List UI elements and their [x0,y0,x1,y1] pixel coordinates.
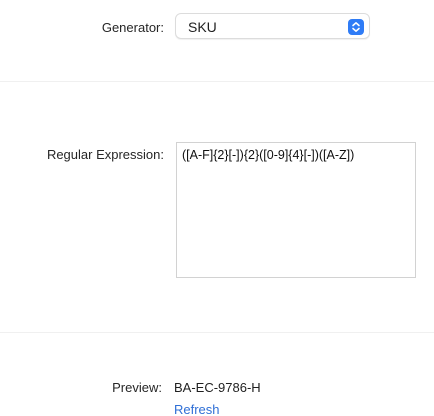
generator-settings-panel: Generator: SKU Regular Expression: ([A-F… [0,0,434,416]
section-divider [0,332,434,333]
preview-value: BA-EC-9786-H [174,380,261,395]
generator-selected-value: SKU [188,19,217,35]
generator-popup-button[interactable]: SKU [175,13,370,39]
regex-text-area[interactable]: ([A-F]{2}[-]){2}([0-9]{4}[-])([A-Z]) [176,142,416,278]
generator-label: Generator: [101,20,164,35]
section-divider [0,81,434,82]
chevron-up-down-icon [348,19,364,35]
refresh-link[interactable]: Refresh [174,402,220,416]
regex-label: Regular Expression: [46,147,164,162]
preview-label: Preview: [112,380,162,395]
